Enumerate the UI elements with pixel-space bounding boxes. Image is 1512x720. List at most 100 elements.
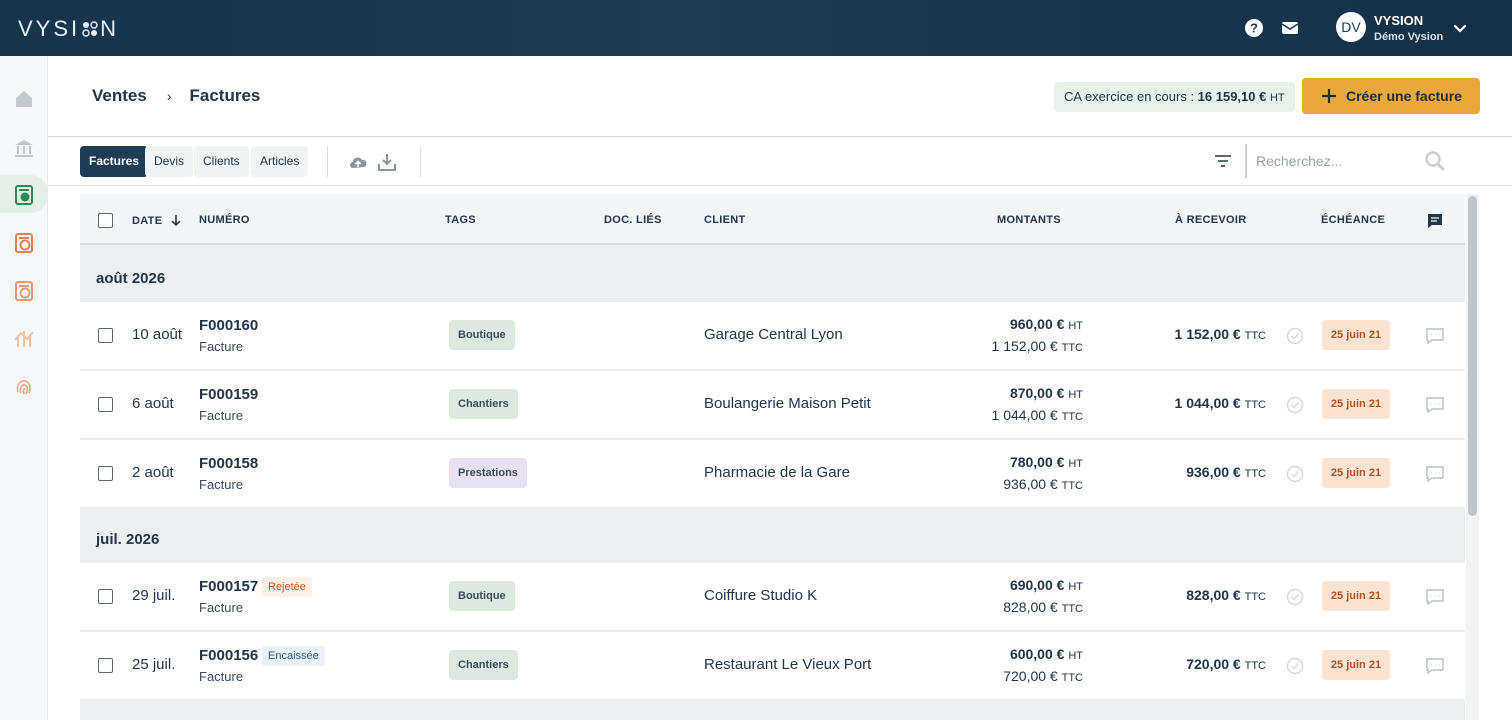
mail-icon[interactable]: [1280, 18, 1300, 38]
row-checkbox[interactable]: [98, 589, 113, 604]
sidebar-item-bank[interactable]: [0, 128, 48, 166]
upload-cloud-icon[interactable]: [347, 151, 369, 173]
sidebar-item-expenses[interactable]: [0, 271, 48, 309]
client-name[interactable]: Restaurant Le Vieux Port: [704, 656, 871, 673]
amount-ttc-unit: TTC: [1061, 603, 1083, 615]
amount-ht-unit: HT: [1068, 389, 1083, 401]
amount-ht: 960,00 € HT: [1010, 316, 1083, 332]
top-bar: VYSI N ? DV VYSION Démo Vysion: [0, 0, 1512, 56]
plus-icon: [1322, 89, 1336, 103]
col-client[interactable]: CLIENT: [704, 214, 746, 226]
col-date[interactable]: DATE: [132, 214, 182, 227]
client-name[interactable]: Boulangerie Maison Petit: [704, 395, 871, 412]
amount-ht-unit: HT: [1068, 320, 1083, 332]
col-montants[interactable]: MONTANTS: [997, 214, 1061, 226]
row-date: 25 juil.: [132, 656, 176, 673]
download-icon[interactable]: [376, 151, 398, 173]
tab-articles[interactable]: Articles: [251, 146, 309, 177]
user-name[interactable]: VYSION: [1374, 13, 1423, 28]
app-logo[interactable]: VYSI N: [18, 16, 119, 42]
tab-factures[interactable]: Factures: [80, 146, 149, 177]
breadcrumb: Ventes › Factures: [92, 86, 260, 106]
check-circle-icon[interactable]: [1286, 657, 1304, 675]
sidebar-item-sales[interactable]: [0, 175, 48, 213]
check-circle-icon[interactable]: [1286, 465, 1304, 483]
create-invoice-button[interactable]: Créer une facture: [1302, 78, 1480, 114]
search-input[interactable]: [1256, 146, 1416, 176]
logo-dots-icon: [82, 21, 98, 37]
sidebar-item-home[interactable]: [0, 79, 48, 117]
amount-ht-value: 870,00 €: [1009, 385, 1065, 401]
tab-clients[interactable]: Clients: [194, 146, 249, 177]
tag-badge[interactable]: Prestations: [449, 458, 527, 488]
breadcrumb-parent[interactable]: Ventes: [92, 86, 147, 105]
row-checkbox[interactable]: [98, 328, 113, 343]
user-company[interactable]: Démo Vysion: [1374, 31, 1443, 43]
client-name[interactable]: Coiffure Studio K: [704, 587, 817, 604]
help-icon[interactable]: ?: [1244, 18, 1264, 38]
due-date-badge: 25 juin 21: [1322, 320, 1390, 350]
tag-badge[interactable]: Chantiers: [449, 650, 518, 680]
invoice-number[interactable]: F000159: [199, 386, 258, 403]
expenses-icon: [15, 281, 33, 301]
revenue-suffix: HT: [1269, 92, 1285, 104]
tag-badge[interactable]: Boutique: [449, 581, 515, 611]
amount-ht-value: 690,00 €: [1009, 577, 1065, 593]
select-all-checkbox[interactable]: [98, 213, 113, 228]
sidebar-item-reports[interactable]: [0, 319, 48, 357]
status-badge: Encaissée: [262, 646, 325, 666]
amount-to-receive-value: 1 044,00 €: [1174, 395, 1241, 411]
amount-ht: 690,00 € HT: [1010, 577, 1083, 593]
col-date-label: DATE: [132, 215, 163, 227]
amount-to-receive-value: 936,00 €: [1186, 464, 1241, 480]
amount-ttc: 936,00 € TTC: [1003, 476, 1083, 492]
amount-ht-value: 960,00 €: [1009, 316, 1065, 332]
col-numero[interactable]: NUMÉRO: [199, 214, 250, 226]
invoice-number[interactable]: F000156: [199, 647, 258, 664]
fingerprint-icon: [16, 380, 31, 395]
client-name[interactable]: Garage Central Lyon: [704, 326, 843, 343]
tag-badge[interactable]: Boutique: [449, 320, 515, 350]
row-checkbox[interactable]: [98, 397, 113, 412]
invoice-number[interactable]: F000160: [199, 317, 258, 334]
amount-ttc: 720,00 € TTC: [1003, 668, 1083, 684]
comment-icon[interactable]: [1425, 587, 1445, 607]
filter-icon[interactable]: [1213, 151, 1233, 171]
col-tags[interactable]: TAGS: [445, 214, 476, 226]
amount-ttc: 1 152,00 € TTC: [992, 338, 1083, 354]
invoice-number[interactable]: F000158: [199, 455, 258, 472]
amount-to-receive-value: 1 152,00 €: [1174, 326, 1241, 342]
revenue-label: CA exercice en cours :: [1064, 89, 1198, 104]
comment-icon[interactable]: [1425, 464, 1445, 484]
sort-arrow-icon[interactable]: [170, 214, 182, 227]
amount-to-receive-unit: TTC: [1244, 330, 1266, 342]
comment-icon[interactable]: [1425, 326, 1445, 346]
col-recevoir[interactable]: À RECEVOIR: [1175, 214, 1246, 226]
scrollbar-thumb[interactable]: [1468, 196, 1477, 516]
check-circle-icon[interactable]: [1286, 588, 1304, 606]
invoice-type: Facture: [199, 339, 244, 354]
sidebar-item-security[interactable]: [0, 367, 48, 405]
comment-icon[interactable]: [1425, 395, 1445, 415]
col-docs[interactable]: DOC. LIÉS: [604, 214, 662, 226]
search-icon[interactable]: [1424, 150, 1446, 172]
sidebar: [0, 56, 48, 720]
amount-ttc-value: 720,00 €: [1003, 668, 1058, 684]
revenue-badge: CA exercice en cours : 16 159,10 € HT: [1054, 82, 1295, 112]
invoice-number[interactable]: F000157: [199, 578, 258, 595]
check-circle-icon[interactable]: [1286, 396, 1304, 414]
tag-badge[interactable]: Chantiers: [449, 389, 518, 419]
tab-devis[interactable]: Devis: [145, 146, 194, 177]
row-checkbox[interactable]: [98, 658, 113, 673]
amount-ttc-value: 1 044,00 €: [991, 407, 1058, 423]
chevron-down-icon[interactable]: [1452, 20, 1468, 36]
client-name[interactable]: Pharmacie de la Gare: [704, 464, 850, 481]
amount-ttc-unit: TTC: [1061, 672, 1083, 684]
sidebar-item-purchases[interactable]: [0, 223, 48, 261]
avatar[interactable]: DV: [1336, 12, 1366, 42]
col-echeance[interactable]: ÉCHÉANCE: [1321, 214, 1385, 226]
comment-icon[interactable]: [1426, 212, 1444, 230]
comment-icon[interactable]: [1425, 656, 1445, 676]
check-circle-icon[interactable]: [1286, 327, 1304, 345]
row-checkbox[interactable]: [98, 466, 113, 481]
